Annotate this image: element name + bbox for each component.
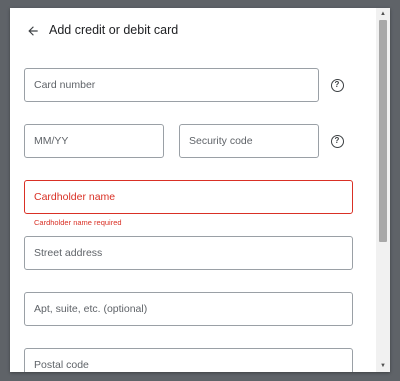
cardholder-name-field <box>24 180 353 214</box>
street-address-field <box>24 236 353 270</box>
cardholder-name-input[interactable] <box>25 181 352 213</box>
scroll-down-arrow-icon[interactable]: ▼ <box>376 360 390 372</box>
scrollbar-thumb[interactable] <box>379 20 387 242</box>
expiry-input[interactable] <box>25 125 163 157</box>
back-button[interactable] <box>20 20 46 42</box>
apt-suite-field <box>24 292 353 326</box>
dialog-header: Add credit or debit card <box>10 8 376 54</box>
security-code-field <box>179 124 319 158</box>
cardholder-name-error: Cardholder name required <box>34 218 122 227</box>
expiry-field <box>24 124 164 158</box>
apt-suite-input[interactable] <box>25 293 352 325</box>
postal-code-field <box>24 348 353 372</box>
security-code-help-button[interactable]: ? <box>328 132 346 150</box>
card-number-help-button[interactable]: ? <box>328 76 346 94</box>
security-code-input[interactable] <box>180 125 318 157</box>
card-number-input[interactable] <box>25 69 318 101</box>
question-circle-icon: ? <box>330 134 344 148</box>
arrow-left-icon <box>28 26 38 36</box>
add-card-dialog: Add credit or debit card ? ? Cardholder … <box>10 8 390 372</box>
scroll-up-arrow-icon[interactable]: ▲ <box>376 8 390 20</box>
postal-code-input[interactable] <box>25 349 352 372</box>
vertical-scrollbar[interactable]: ▲ ▼ <box>376 8 390 372</box>
street-address-input[interactable] <box>25 237 352 269</box>
dialog-title: Add credit or debit card <box>49 23 179 37</box>
card-number-field <box>24 68 319 102</box>
question-circle-icon: ? <box>330 78 344 92</box>
